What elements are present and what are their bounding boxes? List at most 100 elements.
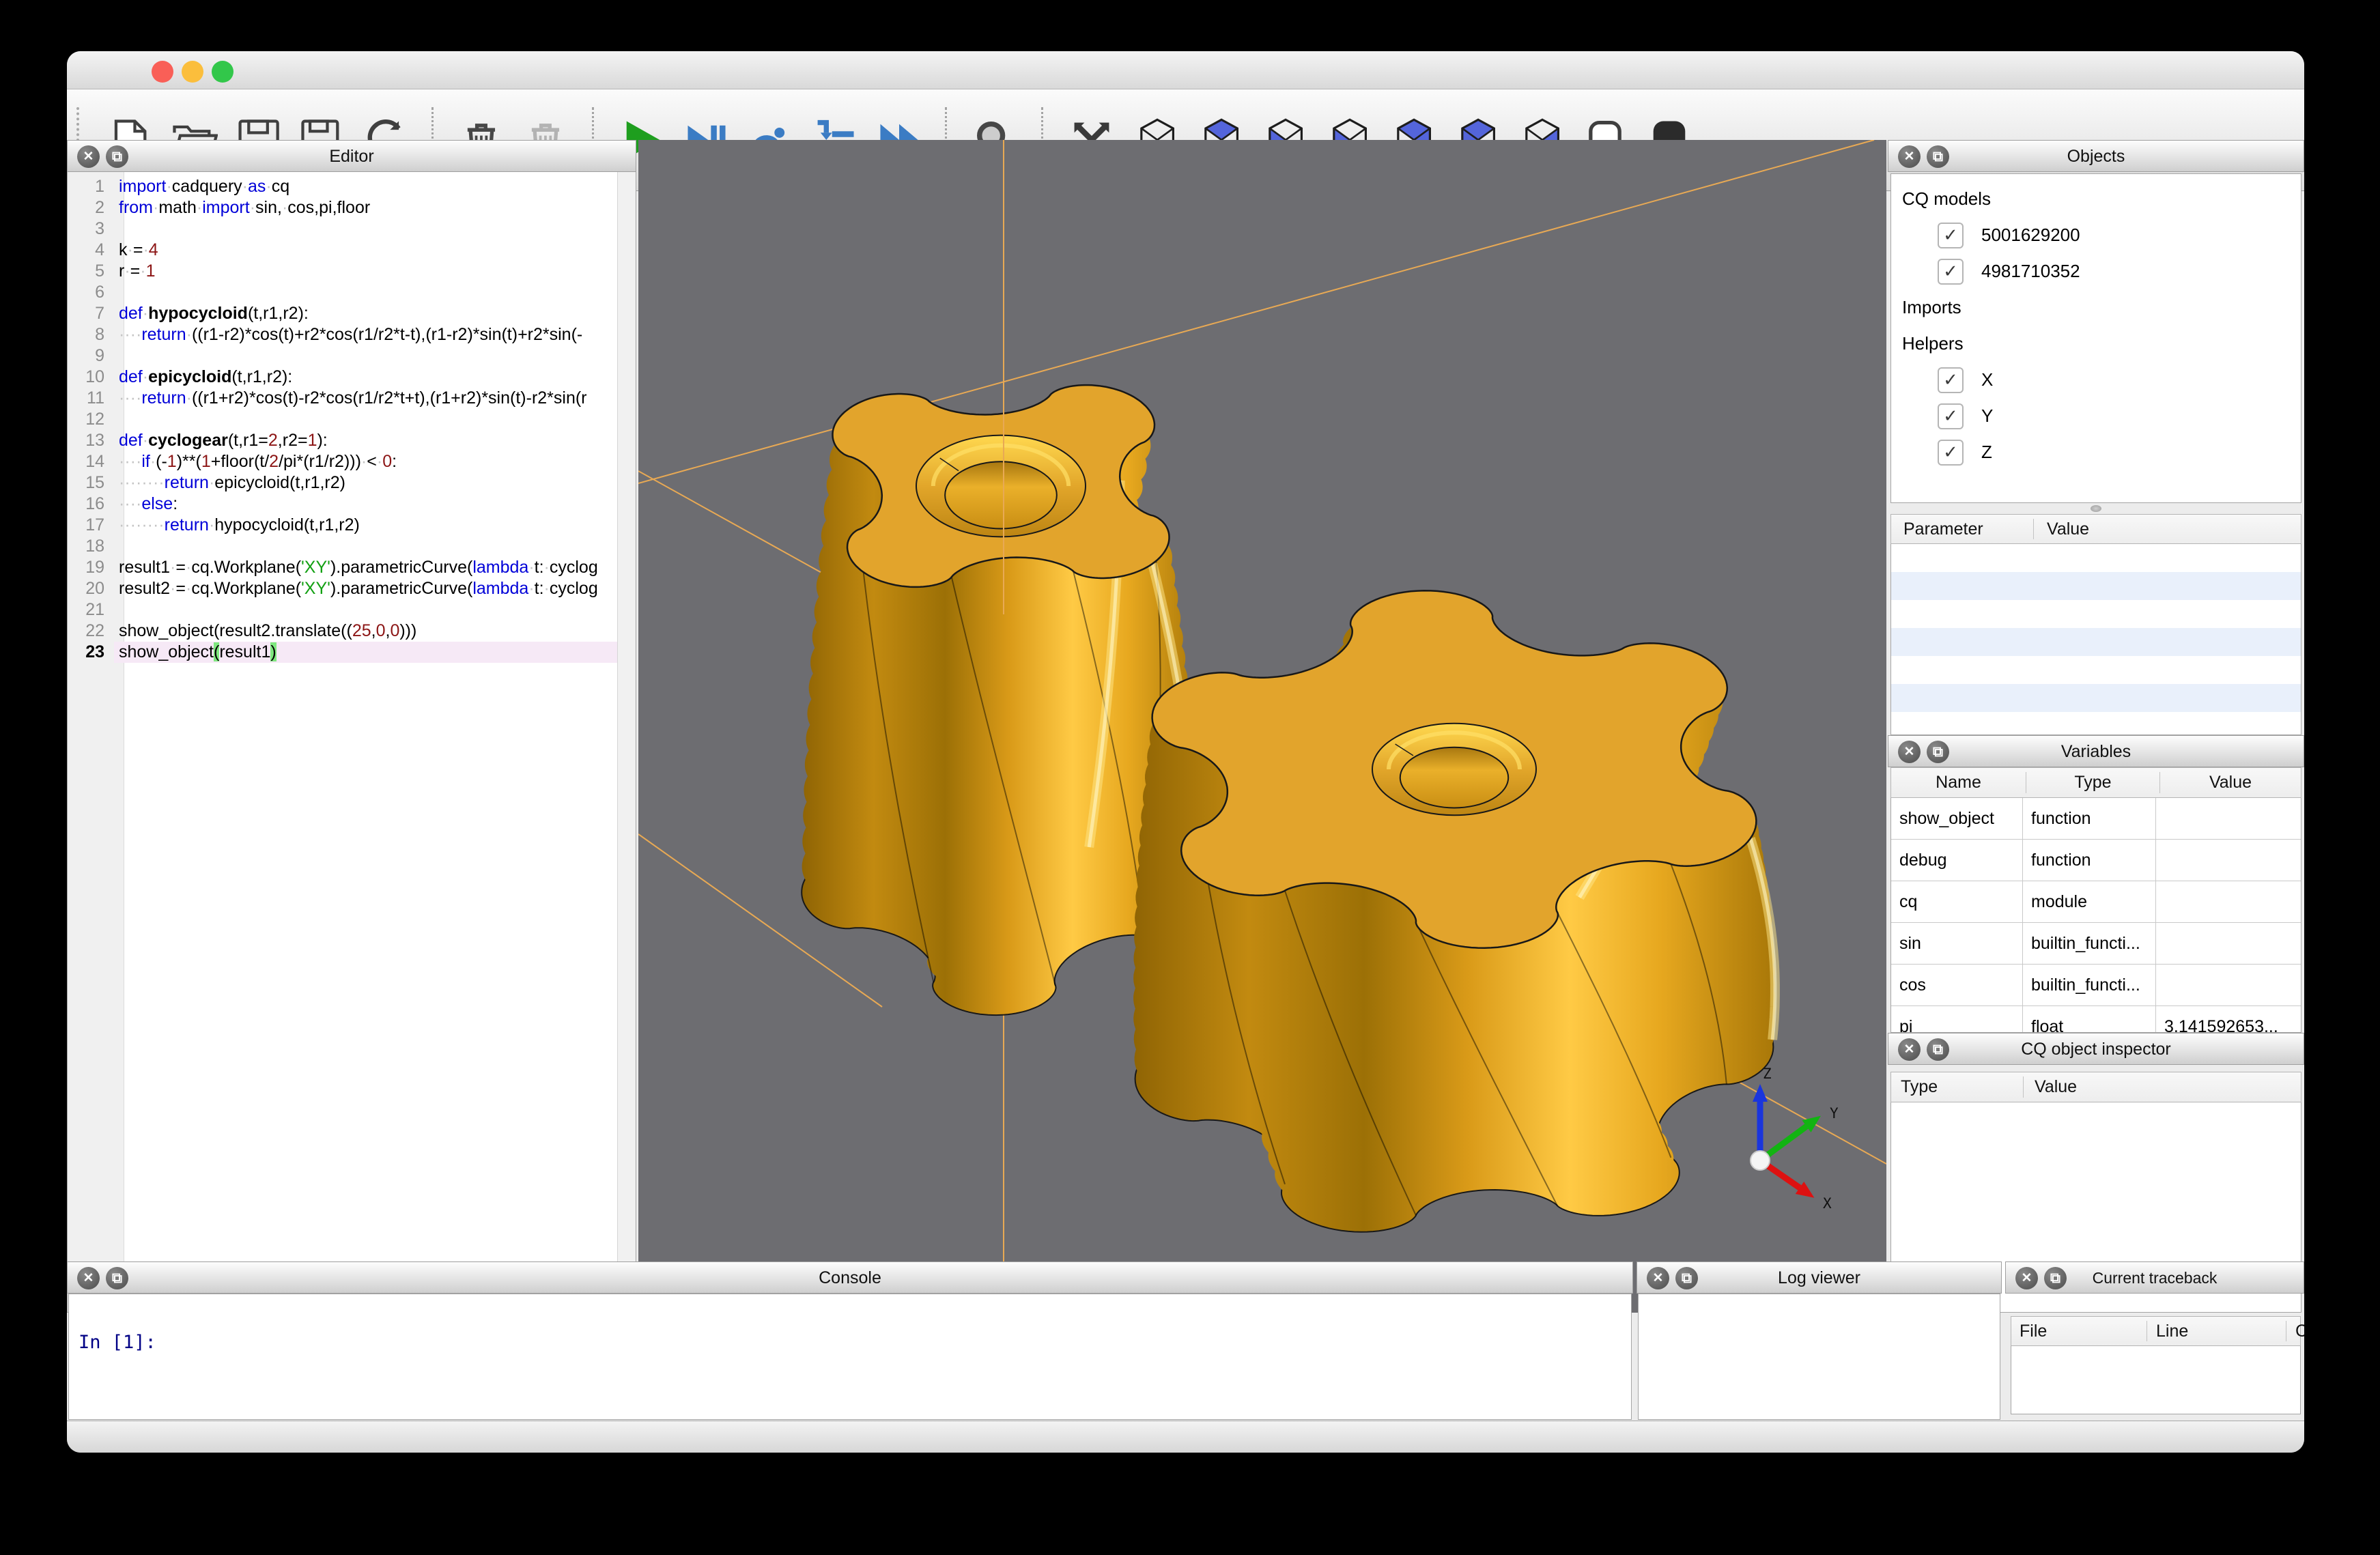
code-line[interactable]: 2from·math·import·sin,·cos,pi,floor (68, 197, 617, 218)
line-column-header[interactable]: Line (2156, 1317, 2188, 1345)
log-viewer-area[interactable] (1638, 1294, 2000, 1420)
code-line[interactable]: 14····if·(-1)**(1+floor(t/2/pi*(r1/r2)))… (68, 451, 617, 472)
code-line[interactable]: 7def·hypocycloid(t,r1,r2): (68, 303, 617, 324)
type-column-header[interactable]: Type (2026, 768, 2159, 797)
editor-scrollbar[interactable] (617, 172, 636, 1312)
code-line[interactable]: 3 (68, 218, 617, 240)
y-axis-label: Y (1830, 1105, 1839, 1122)
value-column-header[interactable]: Value (2160, 768, 2301, 797)
tree-item-Z[interactable]: ✓Z (1902, 434, 2301, 470)
line-number: 4 (68, 240, 114, 261)
code-line[interactable]: 8····return·((r1-r2)*cos(t)+r2*cos(r1/r2… (68, 324, 617, 345)
line-number: 17 (68, 515, 114, 536)
traceback-table[interactable] (2011, 1346, 2301, 1414)
inspector-panel-title: CQ object inspector (1888, 1033, 2304, 1066)
objects-tree[interactable]: CQ models✓5001629200✓4981710352ImportsHe… (1891, 174, 2301, 470)
code-line[interactable]: 17········return·hypocycloid(t,r1,r2) (68, 515, 617, 536)
variables-table[interactable]: show_objectfunctiondebugfunctioncqmodule… (1891, 798, 2301, 1033)
code-line[interactable]: 6 (68, 282, 617, 303)
title-bar[interactable] (67, 51, 2304, 89)
code-line[interactable]: 22show_object(result2.translate((25,0,0)… (68, 620, 617, 642)
code-line[interactable]: 9 (68, 345, 617, 367)
inspector-table-header: Type Value (1890, 1072, 2301, 1102)
tree-item-Helpers[interactable]: Helpers (1902, 326, 2301, 362)
console-panel-header: ✕ ⧉ Console (67, 1261, 1633, 1294)
line-number: 9 (68, 345, 114, 367)
parameter-column-header[interactable]: Parameter (1903, 515, 1983, 543)
traceback-panel-title: Current traceback (2006, 1262, 2304, 1294)
tree-item-CQ models[interactable]: CQ models (1902, 181, 2301, 217)
traceback-panel: ✕ ⧉ Current traceback File Line C (2005, 1261, 2304, 1421)
line-number: 15 (68, 472, 114, 494)
checkbox-icon[interactable]: ✓ (1938, 259, 1964, 285)
parameter-table[interactable] (1890, 544, 2301, 735)
console-panel: ✕ ⧉ Console In [1]: (67, 1261, 1633, 1421)
code-editor[interactable]: 1import·cadquery·as·cq2from·math·import·… (67, 172, 636, 1313)
close-window-button[interactable] (152, 61, 173, 83)
code-line[interactable]: 11····return·((r1+r2)*cos(t)-r2*cos(r1/r… (68, 388, 617, 409)
code-line[interactable]: 15········return·epicycloid(t,r1,r2) (68, 472, 617, 494)
line-number: 22 (68, 620, 114, 642)
file-column-header[interactable]: File (2020, 1317, 2047, 1345)
console-area[interactable]: In [1]: (68, 1294, 1632, 1420)
variable-row[interactable]: debugfunction (1891, 840, 2301, 881)
variables-panel-title: Variables (1888, 736, 2304, 768)
panel-splitter[interactable] (1888, 503, 2304, 514)
variables-table-header: Name Type Value (1890, 767, 2301, 798)
type-column-header[interactable]: Type (1901, 1072, 1938, 1102)
checkbox-icon[interactable]: ✓ (1938, 223, 1964, 248)
minimize-window-button[interactable] (182, 61, 203, 83)
parameter-row (1891, 572, 2301, 600)
line-number: 8 (68, 324, 114, 345)
code-lines[interactable]: 1import·cadquery·as·cq2from·math·import·… (68, 176, 617, 663)
tree-item-label: Y (1981, 405, 1993, 427)
viewport-canvas[interactable]: ZYX (638, 140, 1886, 1313)
tree-item-label: 4981710352 (1981, 261, 2080, 282)
gear-result2[interactable] (1133, 590, 1775, 1232)
line-number: 11 (68, 388, 114, 409)
variable-row[interactable]: pifloat3.141592653... (1891, 1006, 2301, 1033)
status-bar (67, 1421, 2304, 1453)
checkbox-icon[interactable]: ✓ (1938, 367, 1964, 393)
tree-item-X[interactable]: ✓X (1902, 362, 2301, 398)
console-prompt[interactable]: In [1]: (79, 1332, 156, 1353)
tree-item-Y[interactable]: ✓Y (1902, 398, 2301, 434)
name-column-header[interactable]: Name (1891, 768, 2026, 797)
variable-row[interactable]: cosbuiltin_functi... (1891, 965, 2301, 1006)
variable-row[interactable]: cqmodule (1891, 881, 2301, 923)
code-line[interactable]: 5r·=·1 (68, 261, 617, 282)
code-line[interactable]: 23show_object(result1) (68, 642, 617, 663)
code-line[interactable]: 4k·=·4 (68, 240, 617, 261)
code-column-header[interactable]: C (2295, 1317, 2304, 1345)
tree-item-label: Imports (1902, 297, 1961, 318)
variable-row[interactable]: sinbuiltin_functi... (1891, 923, 2301, 965)
parameter-row (1891, 628, 2301, 656)
tree-item-5001629200[interactable]: ✓5001629200 (1902, 217, 2301, 253)
line-number: 19 (68, 557, 114, 578)
code-line[interactable]: 18 (68, 536, 617, 557)
tree-item-4981710352[interactable]: ✓ 4981710352 (1902, 253, 2301, 289)
code-line[interactable]: 16····else: (68, 494, 617, 515)
code-line[interactable]: 20result2·=·cq.Workplane('XY').parametri… (68, 578, 617, 599)
triad-origin (1751, 1151, 1770, 1170)
tree-item-Imports[interactable]: Imports (1902, 289, 2301, 326)
code-line[interactable]: 19result1·=·cq.Workplane('XY').parametri… (68, 557, 617, 578)
code-line[interactable]: 13def·cyclogear(t,r1=2,r2=1): (68, 430, 617, 451)
editor-panel: ✕ ⧉ Editor 1import·cadquery·as·cq2from·m… (67, 140, 636, 1313)
code-line[interactable]: 10def·epicycloid(t,r1,r2): (68, 367, 617, 388)
code-line[interactable]: 1import·cadquery·as·cq (68, 176, 617, 197)
line-number: 18 (68, 536, 114, 557)
value-column-header[interactable]: Value (2047, 515, 2089, 543)
checkbox-icon[interactable]: ✓ (1938, 440, 1964, 466)
log-panel-header: ✕ ⧉ Log viewer (1637, 1261, 2002, 1294)
cq-editor-window: ✕ ⧉ Editor 1import·cadquery·as·cq2from·m… (67, 51, 2304, 1453)
line-number: 12 (68, 409, 114, 430)
code-line[interactable]: 21 (68, 599, 617, 620)
traceback-panel-header: ✕ ⧉ Current traceback (2005, 1261, 2304, 1294)
code-line[interactable]: 12 (68, 409, 617, 430)
zoom-window-button[interactable] (212, 61, 233, 83)
value-column-header[interactable]: Value (2035, 1072, 2077, 1102)
3d-viewport[interactable]: ZYX (638, 140, 1886, 1313)
checkbox-icon[interactable]: ✓ (1938, 403, 1964, 429)
variable-row[interactable]: show_objectfunction (1891, 798, 2301, 840)
